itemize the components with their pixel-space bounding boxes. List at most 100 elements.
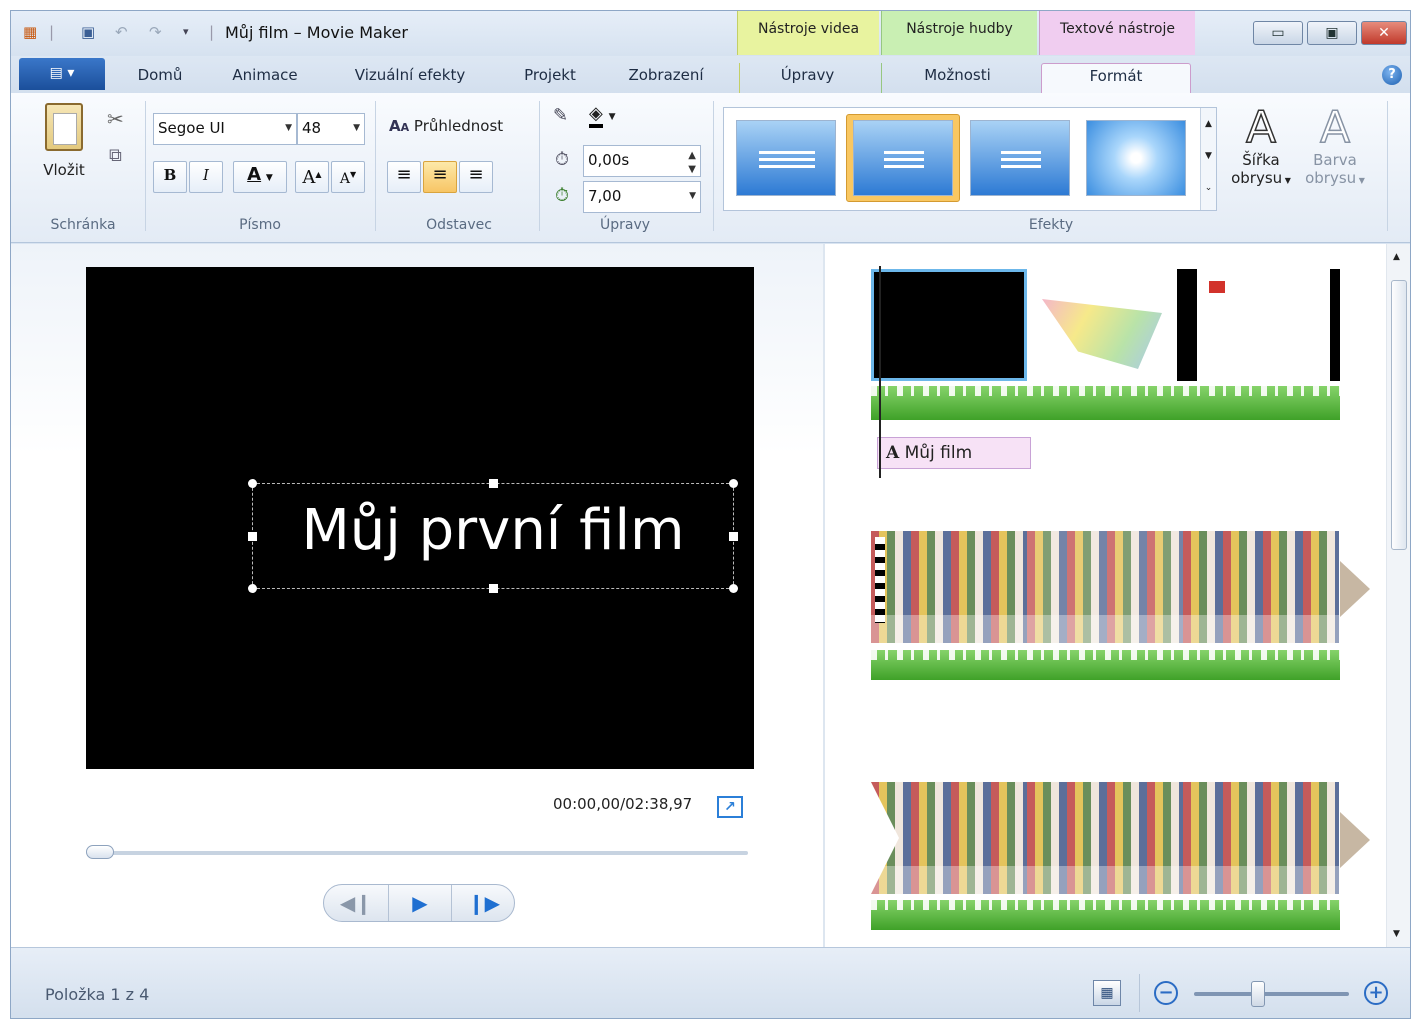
resize-handle[interactable]: [248, 479, 257, 488]
outline-width-button[interactable]: A Šířka obrysu ▼: [1225, 104, 1297, 190]
undo-icon[interactable]: ↶: [115, 22, 128, 42]
align-center-icon: ≡: [432, 164, 448, 185]
zoom-out-button[interactable]: −: [1154, 981, 1178, 1005]
previous-frame-icon: ◀❙: [339, 891, 373, 915]
thumbnail-size-button[interactable]: ▦: [1093, 980, 1121, 1006]
audio-track[interactable]: [871, 900, 1340, 930]
customize-icon[interactable]: ▾: [183, 22, 189, 42]
font-size-select[interactable]: 48 ▼: [297, 113, 365, 145]
tab-edit[interactable]: Úpravy: [739, 63, 875, 93]
minimize-button[interactable]: ▭: [1253, 21, 1303, 45]
zoom-slider[interactable]: [1194, 992, 1349, 996]
video-clip-frame[interactable]: [1027, 531, 1183, 643]
background-color-button[interactable]: ◈ ▼: [589, 103, 616, 128]
next-frame-button[interactable]: ❙▶: [452, 885, 516, 921]
context-group-video-tools: Nástroje videa: [737, 11, 879, 55]
effect-item[interactable]: [964, 114, 1078, 202]
effect-item[interactable]: [1080, 114, 1194, 202]
timecode: 00:00,00/02:38,97: [553, 795, 693, 813]
tab-visual-effects[interactable]: Vizuální efekty: [335, 63, 485, 93]
group-label-clipboard: Schránka: [50, 217, 116, 233]
resize-handle[interactable]: [248, 584, 257, 593]
spin-arrows-icon[interactable]: ▲ ▼: [688, 149, 696, 177]
clip-title-black[interactable]: [871, 269, 1027, 381]
italic-button[interactable]: I: [189, 161, 223, 193]
video-preview[interactable]: Můj první film: [86, 267, 754, 769]
resize-handle[interactable]: [489, 479, 498, 488]
seek-thumb[interactable]: [86, 845, 114, 859]
font-family-value: Segoe UI: [158, 119, 225, 137]
gallery-scroll[interactable]: ▲ ▼ ⌄: [1200, 108, 1216, 210]
tab-animations[interactable]: Animace: [215, 63, 315, 93]
audio-track[interactable]: [871, 386, 1340, 420]
grow-font-button[interactable]: A▲: [295, 161, 329, 193]
caption-clip[interactable]: A Můj film: [877, 437, 1031, 469]
align-left-button[interactable]: ≡: [387, 161, 421, 193]
play-button[interactable]: ▶: [388, 885, 452, 921]
group-label-paragraph: Odstavec: [426, 217, 492, 233]
seek-bar[interactable]: [88, 851, 748, 855]
resize-handle[interactable]: [729, 479, 738, 488]
resize-handle[interactable]: [489, 584, 498, 593]
storyboard-scrollbar[interactable]: ▲ ▼: [1386, 244, 1410, 947]
chevron-down-icon: ▼: [689, 191, 696, 201]
redo-icon[interactable]: ↷: [149, 22, 162, 42]
video-clip-frame[interactable]: [1183, 782, 1339, 894]
tab-project[interactable]: Projekt: [507, 63, 593, 93]
align-right-button[interactable]: ≡: [459, 161, 493, 193]
pane-splitter[interactable]: [823, 244, 825, 947]
help-icon[interactable]: ?: [1382, 65, 1402, 85]
tab-view[interactable]: Zobrazení: [611, 63, 721, 93]
start-time-field[interactable]: 0,00s ▲ ▼: [583, 145, 701, 177]
video-clip-frame[interactable]: [1027, 782, 1183, 894]
chevron-down-icon: ▼: [265, 173, 273, 183]
video-clip-frame[interactable]: [871, 531, 1027, 643]
playhead[interactable]: [879, 266, 881, 478]
font-family-select[interactable]: Segoe UI ▼: [153, 113, 297, 145]
transparency-button[interactable]: AA Průhlednost: [389, 117, 503, 135]
align-center-button[interactable]: ≡: [423, 161, 457, 193]
audio-track[interactable]: [871, 650, 1340, 680]
effect-thumb: [853, 120, 953, 196]
separator: |: [209, 23, 215, 41]
close-button[interactable]: ✕: [1361, 21, 1407, 45]
duration-select[interactable]: 7,00 ▼: [583, 181, 701, 213]
effect-item[interactable]: [730, 114, 844, 202]
zoom-slider-thumb[interactable]: [1251, 981, 1265, 1007]
fill-bucket-icon: ◈: [589, 103, 603, 128]
copy-icon[interactable]: ⧉: [109, 145, 122, 166]
clip-drawing[interactable]: [1028, 269, 1184, 381]
scroll-up-icon[interactable]: ▲: [1393, 252, 1400, 262]
zoom-in-button[interactable]: +: [1364, 981, 1388, 1005]
outline-color-button[interactable]: A Barva obrysu ▼: [1299, 104, 1371, 190]
tab-options[interactable]: Možnosti: [881, 63, 1033, 93]
paste-button[interactable]: Vložit: [35, 103, 93, 193]
cut-icon[interactable]: ✂: [107, 107, 124, 131]
plus-icon: +: [1368, 982, 1384, 1003]
scrollbar-thumb[interactable]: [1391, 280, 1407, 550]
effect-thumb: [970, 120, 1070, 196]
fullscreen-button[interactable]: ↗: [717, 796, 743, 818]
maximize-button[interactable]: ▣: [1307, 21, 1357, 45]
app-menu-button[interactable]: ▤ ▾: [19, 58, 105, 90]
app-icon[interactable]: ▦: [23, 22, 37, 42]
scroll-down-icon[interactable]: ▼: [1393, 929, 1400, 939]
font-color-button[interactable]: A ▼: [233, 161, 287, 193]
tab-format[interactable]: Formát: [1041, 63, 1191, 93]
bold-button[interactable]: B: [153, 161, 187, 193]
clip-white[interactable]: [1177, 269, 1340, 381]
caption-text[interactable]: Můj první film: [253, 498, 733, 563]
tab-home[interactable]: Domů: [115, 63, 205, 93]
video-clip-frame[interactable]: [1183, 531, 1339, 643]
resize-handle[interactable]: [729, 584, 738, 593]
chevron-down-icon: ▼: [353, 123, 360, 133]
ribbon: Vložit ✂ ⧉ Schránka Segoe UI ▼ 48 ▼ B I …: [11, 93, 1410, 243]
text-color-button[interactable]: ✎: [553, 105, 568, 126]
save-icon[interactable]: ▣: [81, 22, 95, 42]
caption-textbox[interactable]: Můj první film: [248, 479, 738, 593]
shrink-font-button[interactable]: A▼: [331, 161, 365, 193]
context-group-text-tools: Textové nástroje: [1039, 11, 1195, 55]
effect-item-selected[interactable]: [846, 114, 960, 202]
previous-frame-button[interactable]: ◀❙: [324, 885, 388, 921]
group-separator: [539, 101, 540, 231]
